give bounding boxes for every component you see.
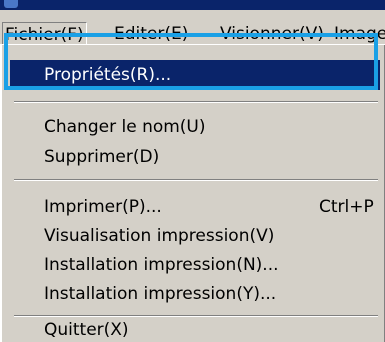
menu-item-label: Propriétés(R)... bbox=[44, 65, 172, 85]
menu-item-label: Installation impression(N)... bbox=[44, 255, 279, 275]
menu-item-proprietes[interactable]: Propriétés(R)... bbox=[10, 60, 380, 90]
menu-item-label: Imprimer(P)... bbox=[44, 197, 162, 217]
menu-item-imprimer[interactable]: Imprimer(P)... Ctrl+P bbox=[10, 192, 380, 222]
app-icon[interactable] bbox=[4, 0, 18, 8]
title-bar bbox=[0, 0, 385, 10]
menu-item-supprimer[interactable]: Supprimer(D) bbox=[10, 142, 380, 172]
menu-item-installation-impression-n[interactable]: Installation impression(N)... bbox=[10, 250, 380, 280]
menu-item-label: Changer le nom(U) bbox=[44, 117, 206, 137]
menu-item-changer-le-nom[interactable]: Changer le nom(U) bbox=[10, 112, 380, 142]
menu-separator bbox=[14, 101, 378, 103]
menu-image[interactable]: Image bbox=[332, 22, 385, 46]
menu-item-quitter[interactable]: Quitter(X) bbox=[10, 313, 380, 342]
menu-item-visualisation-impression[interactable]: Visualisation impression(V) bbox=[10, 221, 380, 251]
menu-item-installation-impression-y[interactable]: Installation impression(Y)... bbox=[10, 279, 380, 309]
menu-visionner[interactable]: Visionner(V) bbox=[218, 22, 326, 46]
menu-item-label: Supprimer(D) bbox=[44, 147, 160, 167]
menu-item-label: Visualisation impression(V) bbox=[44, 226, 275, 246]
menu-editer[interactable]: Editer(E) bbox=[112, 22, 190, 46]
menu-item-label: Installation impression(Y)... bbox=[44, 284, 277, 304]
app-window: Fichier(F) Editer(E) Visionner(V) Image … bbox=[0, 0, 385, 342]
fichier-dropdown-menu: Propriétés(R)... Changer le nom(U) Suppr… bbox=[0, 44, 385, 342]
menu-item-label: Quitter(X) bbox=[44, 320, 129, 340]
menu-item-shortcut: Ctrl+P bbox=[319, 197, 374, 217]
menu-separator bbox=[14, 179, 378, 181]
